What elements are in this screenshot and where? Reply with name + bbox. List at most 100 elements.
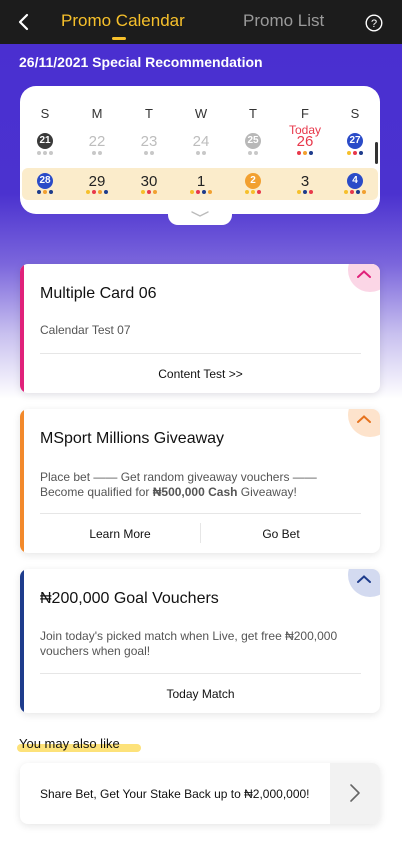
calendar-day[interactable]: 2 bbox=[231, 173, 275, 205]
activity-dot bbox=[49, 151, 53, 155]
calendar-day[interactable]: 27 bbox=[333, 133, 377, 165]
calendar-day[interactable]: 30 bbox=[127, 173, 171, 205]
calendar-expand-handle[interactable] bbox=[168, 205, 232, 225]
activity-dots bbox=[144, 151, 156, 155]
card-title: MSport Millions Giveaway bbox=[40, 430, 225, 447]
also-like-item-text: Share Bet, Get Your Stake Back up to ₦2,… bbox=[40, 787, 310, 801]
calendar-day[interactable]: 21 bbox=[23, 133, 67, 165]
card-divider bbox=[40, 513, 361, 514]
promo-card-msport-millions[interactable]: MSport Millions Giveaway Place bet —— Ge… bbox=[20, 409, 380, 553]
date-number: 24 bbox=[192, 133, 210, 150]
calendar-day[interactable]: 29 bbox=[75, 173, 119, 205]
date-number: 3 bbox=[300, 173, 310, 190]
activity-dots bbox=[297, 190, 315, 194]
also-like-item[interactable]: Share Bet, Get Your Stake Back up to ₦2,… bbox=[20, 763, 380, 824]
activity-dot bbox=[303, 151, 307, 155]
chevron-right-icon bbox=[350, 784, 360, 802]
calendar-day[interactable]: 3 bbox=[283, 173, 327, 205]
today-match-button[interactable]: Today Match bbox=[40, 687, 361, 701]
calendar-scrollbar[interactable] bbox=[375, 142, 378, 164]
activity-dot bbox=[347, 151, 351, 155]
activity-dot bbox=[153, 190, 157, 194]
activity-dot bbox=[353, 151, 357, 155]
activity-dot bbox=[92, 151, 96, 155]
tab-promo-calendar[interactable]: Promo Calendar bbox=[61, 11, 185, 31]
activity-dot bbox=[49, 190, 53, 194]
calendar-day[interactable]: 25 bbox=[231, 133, 275, 165]
weekday-label: S bbox=[350, 106, 360, 121]
activity-dot bbox=[98, 151, 102, 155]
card-divider bbox=[40, 673, 361, 674]
ball-icon: 27 bbox=[347, 133, 363, 149]
activity-dot bbox=[303, 190, 307, 194]
learn-more-button[interactable]: Learn More bbox=[40, 527, 200, 541]
promo-calendar: S M T W T F S 21 22 23 24 25 26 Today 27 28 29 30 1 2 3 4 bbox=[20, 86, 380, 214]
activity-dots bbox=[347, 151, 365, 155]
activity-dot bbox=[202, 190, 206, 194]
date-number: 23 bbox=[140, 133, 158, 150]
calendar-day[interactable]: 22 bbox=[75, 133, 119, 165]
activity-dot bbox=[86, 190, 90, 194]
activity-dots bbox=[297, 151, 315, 155]
collapse-toggle[interactable] bbox=[348, 264, 380, 292]
help-circle-icon[interactable]: ? bbox=[365, 14, 383, 32]
weekday-label: S bbox=[40, 106, 50, 121]
date-number: 30 bbox=[140, 173, 158, 190]
tab-promo-list[interactable]: Promo List bbox=[243, 11, 324, 31]
collapse-toggle[interactable] bbox=[348, 409, 380, 437]
activity-dot bbox=[208, 190, 212, 194]
back-arrow-icon[interactable] bbox=[14, 10, 36, 34]
activity-dot bbox=[196, 190, 200, 194]
card-accent-stripe bbox=[20, 569, 24, 713]
collapse-toggle[interactable] bbox=[348, 569, 380, 597]
activity-dots bbox=[141, 190, 159, 194]
calendar-day[interactable]: 23 bbox=[127, 133, 171, 165]
card-accent-stripe bbox=[20, 264, 24, 393]
activity-dot bbox=[344, 190, 348, 194]
activity-dot bbox=[245, 190, 249, 194]
description-text-end: Giveaway! bbox=[237, 485, 297, 499]
activity-dot bbox=[309, 151, 313, 155]
activity-dot bbox=[150, 151, 154, 155]
top-bar: Promo Calendar Promo List ? bbox=[0, 0, 402, 44]
activity-dot bbox=[98, 190, 102, 194]
go-bet-button[interactable]: Go Bet bbox=[201, 527, 361, 541]
card-description: Place bet —— Get random giveaway voucher… bbox=[40, 470, 350, 500]
activity-dots bbox=[190, 190, 214, 194]
ball-icon: 2 bbox=[245, 173, 261, 189]
activity-dot bbox=[92, 190, 96, 194]
calendar-day[interactable]: 26 bbox=[283, 133, 327, 165]
card-description: Calendar Test 07 bbox=[40, 323, 131, 337]
card-title: Multiple Card 06 bbox=[40, 285, 157, 302]
svg-text:?: ? bbox=[371, 18, 377, 30]
card-title: ₦200,000 Goal Vouchers bbox=[40, 590, 219, 607]
ball-icon: 21 bbox=[37, 133, 53, 149]
calendar-day[interactable]: 28 bbox=[23, 173, 67, 205]
calendar-day[interactable]: 1 bbox=[179, 173, 223, 205]
calendar-day[interactable]: 24 bbox=[179, 133, 223, 165]
promo-card-goal-vouchers[interactable]: ₦200,000 Goal Vouchers Join today's pick… bbox=[20, 569, 380, 713]
content-test-link[interactable]: Content Test >> bbox=[40, 367, 361, 381]
activity-dots bbox=[37, 151, 55, 155]
activity-dot bbox=[144, 151, 148, 155]
chevron-down-icon bbox=[191, 211, 209, 217]
activity-dot bbox=[362, 190, 366, 194]
chevron-up-icon bbox=[357, 575, 371, 583]
weekday-label: W bbox=[194, 106, 208, 121]
card-divider bbox=[40, 353, 361, 354]
ball-icon: 25 bbox=[245, 133, 261, 149]
promo-card-multiple-card[interactable]: Multiple Card 06 Calendar Test 07 Conten… bbox=[20, 264, 380, 393]
activity-dot bbox=[309, 190, 313, 194]
activity-dot bbox=[202, 151, 206, 155]
date-number: 1 bbox=[196, 173, 206, 190]
weekday-label: T bbox=[249, 106, 257, 121]
recommendation-title: 26/11/2021 Special Recommendation bbox=[19, 54, 263, 70]
activity-dots bbox=[196, 151, 208, 155]
also-like-item-arrow[interactable] bbox=[330, 763, 380, 824]
calendar-day[interactable]: 4 bbox=[333, 173, 377, 205]
active-tab-indicator bbox=[112, 37, 126, 40]
activity-dot bbox=[350, 190, 354, 194]
activity-dot bbox=[297, 151, 301, 155]
date-number: 22 bbox=[88, 133, 106, 150]
activity-dot bbox=[251, 190, 255, 194]
